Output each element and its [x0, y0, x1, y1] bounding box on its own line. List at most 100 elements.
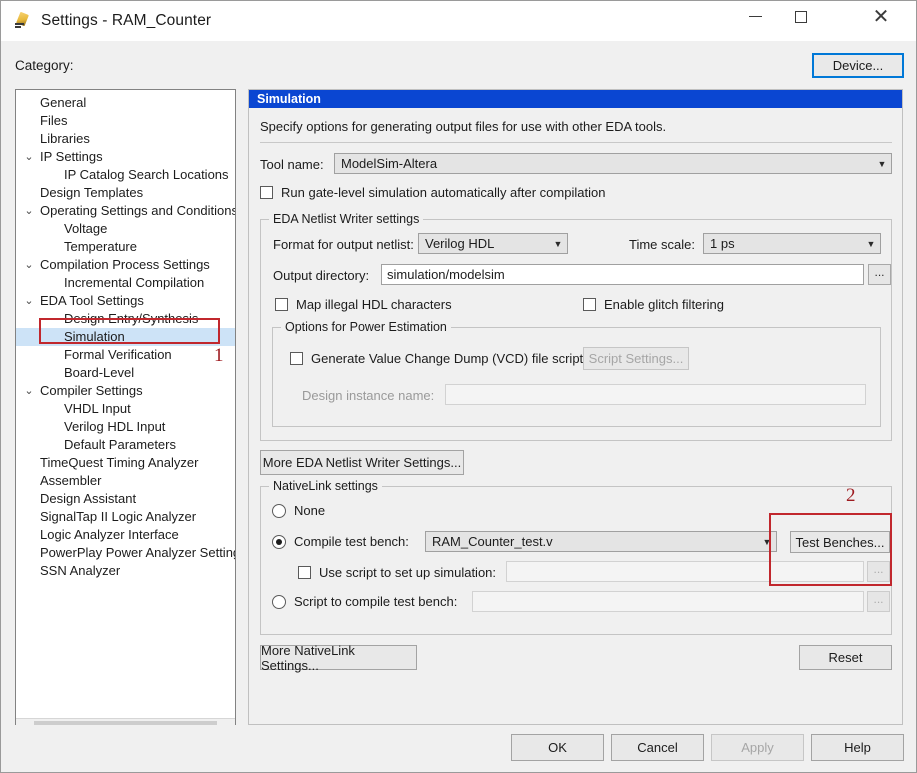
design-instance-label: Design instance name:: [302, 388, 435, 403]
sidebar-item-eda-tool-settings[interactable]: ⌄ EDA Tool Settings: [16, 292, 235, 310]
sidebar-item-ip-settings[interactable]: ⌄ IP Settings: [16, 148, 235, 166]
sidebar-item-label: Verilog HDL Input: [64, 419, 166, 434]
sidebar-item-compilation-process-settings[interactable]: ⌄ Compilation Process Settings: [16, 256, 235, 274]
compile-test-bench-value: RAM_Counter_test.v: [432, 534, 553, 549]
radio-circle[interactable]: [272, 534, 286, 549]
sidebar-item-assembler[interactable]: Assembler: [16, 472, 235, 490]
sidebar-item-timequest-timing-analyzer[interactable]: TimeQuest Timing Analyzer: [16, 454, 235, 472]
sidebar-item-label: EDA Tool Settings: [40, 293, 144, 308]
sidebar-item-design-entry-synthesis[interactable]: Design Entry/Synthesis: [16, 310, 235, 328]
sidebar-item-files[interactable]: Files: [16, 112, 235, 130]
chevron-down-icon[interactable]: ▼: [862, 234, 880, 253]
sidebar-item-compiler-settings[interactable]: ⌄ Compiler Settings: [16, 382, 235, 400]
chevron-down-icon[interactable]: ▼: [873, 154, 891, 173]
maximize-button[interactable]: [778, 1, 824, 32]
category-label: Category:: [15, 58, 74, 73]
sidebar-item-design-templates[interactable]: Design Templates: [16, 184, 235, 202]
close-icon: ✕: [872, 5, 890, 28]
sidebar-item-label: Formal Verification: [64, 347, 172, 362]
sidebar-item-incremental-compilation[interactable]: Incremental Compilation: [16, 274, 235, 292]
sidebar-item-powerplay-power-analyzer-settings[interactable]: PowerPlay Power Analyzer Settings: [16, 544, 235, 562]
cancel-button[interactable]: Cancel: [611, 734, 704, 761]
quartus-settings-icon: [14, 11, 32, 30]
generate-vcd-checkbox[interactable]: Generate Value Change Dump (VCD) file sc…: [290, 351, 583, 366]
sidebar-item-signaltap-ii-logic-analyzer[interactable]: SignalTap II Logic Analyzer: [16, 508, 235, 526]
enable-glitch-filtering-checkbox[interactable]: Enable glitch filtering: [583, 297, 724, 312]
compile-test-bench-radio[interactable]: Compile test bench:: [272, 534, 409, 549]
sidebar-item-ip-catalog-search-locations[interactable]: IP Catalog Search Locations: [16, 166, 235, 184]
use-script-input: [506, 561, 864, 582]
chevron-down-icon[interactable]: ⌄: [22, 382, 36, 400]
chevron-down-icon[interactable]: ⌄: [22, 256, 36, 274]
tool-name-combo[interactable]: ModelSim-Altera ▼: [334, 153, 892, 174]
chevron-down-icon[interactable]: ▼: [549, 234, 567, 253]
reset-button[interactable]: Reset: [799, 645, 892, 670]
sidebar-item-label: PowerPlay Power Analyzer Settings: [40, 545, 236, 560]
output-directory-label: Output directory:: [273, 268, 370, 283]
script-compile-test-bench-label: Script to compile test bench:: [294, 594, 458, 609]
chevron-down-icon[interactable]: ⌄: [22, 148, 36, 166]
use-script-label: Use script to set up simulation:: [319, 565, 497, 580]
sidebar-item-default-parameters[interactable]: Default Parameters: [16, 436, 235, 454]
sidebar-item-ssn-analyzer[interactable]: SSN Analyzer: [16, 562, 235, 580]
test-benches-button[interactable]: Test Benches...: [790, 531, 890, 553]
sidebar-item-label: VHDL Input: [64, 401, 131, 416]
sidebar-item-label: Voltage: [64, 221, 108, 236]
sidebar-item-label: Incremental Compilation: [64, 275, 205, 290]
device-button[interactable]: Device...: [812, 53, 904, 78]
format-combo[interactable]: Verilog HDL ▼: [418, 233, 568, 254]
output-directory-browse-button[interactable]: ...: [868, 264, 891, 285]
sidebar-item-verilog-hdl-input[interactable]: Verilog HDL Input: [16, 418, 235, 436]
sidebar-item-formal-verification[interactable]: Formal Verification: [16, 346, 235, 364]
panel-header: Simulation: [249, 90, 902, 108]
use-script-checkbox[interactable]: Use script to set up simulation:: [298, 565, 496, 580]
sidebar-item-simulation[interactable]: Simulation: [16, 328, 235, 346]
ok-button[interactable]: OK: [511, 734, 604, 761]
sidebar-item-operating-settings-and-conditions[interactable]: ⌄ Operating Settings and Conditions: [16, 202, 235, 220]
nativelink-none-radio[interactable]: None: [272, 503, 325, 518]
compile-test-bench-combo[interactable]: RAM_Counter_test.v ▼: [425, 531, 777, 552]
map-illegal-chars-checkbox[interactable]: Map illegal HDL characters: [275, 297, 452, 312]
sidebar-item-label: Design Entry/Synthesis: [64, 311, 199, 326]
sidebar-item-label: Board-Level: [64, 365, 135, 380]
minimize-button[interactable]: [732, 1, 778, 32]
sidebar-item-temperature[interactable]: Temperature: [16, 238, 235, 256]
timescale-combo[interactable]: 1 ps ▼: [703, 233, 881, 254]
checkbox-box[interactable]: [275, 298, 288, 311]
annotation-number-1: 1: [214, 345, 224, 366]
radio-circle[interactable]: [272, 594, 286, 609]
help-button[interactable]: Help: [811, 734, 904, 761]
power-estimation-title: Options for Power Estimation: [281, 320, 451, 334]
script-compile-browse-button: ...: [867, 591, 890, 612]
checkbox-box[interactable]: [298, 566, 311, 579]
sidebar-item-vhdl-input[interactable]: VHDL Input: [16, 400, 235, 418]
run-gatelevel-checkbox[interactable]: Run gate-level simulation automatically …: [260, 185, 605, 200]
sidebar-item-design-assistant[interactable]: Design Assistant: [16, 490, 235, 508]
checkbox-box[interactable]: [583, 298, 596, 311]
minimize-icon: [748, 16, 762, 17]
more-nativelink-settings-button[interactable]: More NativeLink Settings...: [260, 643, 417, 673]
script-compile-test-bench-radio[interactable]: Script to compile test bench:: [272, 594, 457, 609]
sidebar-item-board-level[interactable]: Board-Level: [16, 364, 235, 382]
chevron-down-icon[interactable]: ⌄: [22, 292, 36, 310]
sidebar-item-voltage[interactable]: Voltage: [16, 220, 235, 238]
output-directory-input[interactable]: simulation/modelsim: [381, 264, 864, 285]
radio-circle[interactable]: [272, 503, 286, 518]
sidebar-item-label: Operating Settings and Conditions: [40, 203, 236, 218]
chevron-down-icon[interactable]: ⌄: [22, 202, 36, 220]
format-label: Format for output netlist:: [273, 237, 414, 252]
nativelink-none-label: None: [294, 503, 326, 518]
generate-vcd-label: Generate Value Change Dump (VCD) file sc…: [311, 351, 584, 366]
category-tree[interactable]: General Files Libraries ⌄ IP Settings IP Cata…: [15, 89, 236, 737]
settings-dialog: Settings - RAM_Counter ✕ Category: Devic…: [0, 0, 917, 773]
sidebar-item-label: SSN Analyzer: [40, 563, 121, 578]
close-button[interactable]: ✕: [858, 1, 904, 32]
checkbox-box[interactable]: [260, 186, 273, 199]
sidebar-item-libraries[interactable]: Libraries: [16, 130, 235, 148]
tool-name-value: ModelSim-Altera: [341, 156, 438, 171]
more-eda-netlist-writer-settings-button[interactable]: More EDA Netlist Writer Settings...: [260, 450, 464, 475]
checkbox-box[interactable]: [290, 352, 303, 365]
sidebar-item-logic-analyzer-interface[interactable]: Logic Analyzer Interface: [16, 526, 235, 544]
chevron-down-icon[interactable]: ▼: [758, 532, 776, 551]
sidebar-item-general[interactable]: General: [16, 94, 235, 112]
